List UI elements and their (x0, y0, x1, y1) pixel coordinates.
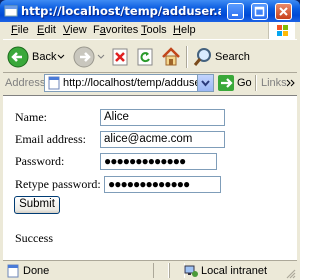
refresh-icon[interactable] (136, 47, 154, 67)
address-url: http://localhost/temp/adduser.aspx (63, 77, 197, 89)
retype-password-input[interactable]: ●●●●●●●●●●●●● (104, 176, 221, 193)
go-arrow-icon[interactable] (218, 75, 234, 91)
resize-grip-icon[interactable] (286, 269, 296, 279)
close-icon (279, 7, 288, 16)
address-dropdown-button[interactable] (197, 75, 213, 91)
status-text: Done (23, 265, 50, 277)
page-content: Name: Alice Email address: alice@acme.co… (3, 95, 297, 260)
intranet-zone-icon (184, 265, 198, 277)
minimize-icon (232, 14, 238, 16)
maximize-button[interactable] (251, 3, 268, 20)
home-icon[interactable] (160, 46, 182, 68)
toolbar-separator (255, 75, 257, 91)
password-label: Password: (15, 154, 65, 168)
browser-window: http://localhost/temp/adduser.aspx - Mic… (0, 0, 300, 280)
result-message: Success (15, 231, 53, 245)
search-icon[interactable] (192, 46, 214, 68)
name-input[interactable]: Alice (100, 109, 225, 126)
menu-bar: File Edit View Favorites Tools Help (3, 22, 297, 39)
retype-password-label: Retype password: (15, 177, 101, 191)
page-done-icon (7, 264, 19, 278)
back-arrow-icon[interactable] (7, 46, 29, 68)
chevron-right-double-icon[interactable] (286, 79, 295, 87)
window-title: http://localhost/temp/adduser.aspx - Mic… (21, 4, 221, 18)
name-label: Name: (15, 110, 47, 124)
status-bar: Done Local intranet (3, 260, 297, 280)
ie-icon (4, 5, 18, 17)
menu-help[interactable]: Help (173, 24, 196, 37)
windows-logo (268, 22, 295, 39)
back-button-label[interactable]: Back (32, 51, 56, 63)
submit-button[interactable]: Submit (14, 196, 60, 214)
minimize-button[interactable] (227, 3, 244, 20)
menu-file[interactable]: File (11, 24, 29, 37)
links-label[interactable]: Links (261, 77, 287, 89)
stop-icon[interactable] (111, 47, 129, 67)
back-dropdown-icon[interactable] (57, 54, 65, 60)
title-bar[interactable]: http://localhost/temp/adduser.aspx - Mic… (0, 0, 300, 22)
security-zone-text: Local intranet (201, 265, 268, 277)
forward-arrow-icon[interactable] (73, 46, 95, 68)
email-label: Email address: (15, 132, 86, 146)
password-input[interactable]: ●●●●●●●●●●●●● (100, 153, 217, 170)
address-input[interactable]: http://localhost/temp/adduser.aspx (44, 74, 214, 92)
standard-toolbar: Back Search (3, 39, 297, 73)
email-input[interactable]: alice@acme.com (100, 131, 225, 148)
page-icon (48, 76, 60, 90)
chevron-down-icon (201, 80, 210, 87)
address-bar: Address http://localhost/temp/adduser.as… (3, 73, 297, 94)
windows-flag-icon (277, 25, 288, 36)
menu-edit[interactable]: Edit (37, 24, 56, 37)
maximize-icon (254, 6, 265, 17)
go-button-label[interactable]: Go (237, 77, 252, 89)
status-pane (169, 263, 185, 278)
close-button[interactable] (275, 3, 292, 20)
address-label: Address (5, 77, 46, 89)
menu-view[interactable]: View (63, 24, 87, 37)
toolbar-separator (186, 46, 188, 68)
forward-dropdown-icon[interactable] (97, 54, 105, 60)
status-pane (153, 263, 169, 278)
menu-favorites[interactable]: Favorites (93, 24, 138, 37)
menu-tools[interactable]: Tools (141, 24, 167, 37)
search-button-label[interactable]: Search (215, 51, 250, 63)
